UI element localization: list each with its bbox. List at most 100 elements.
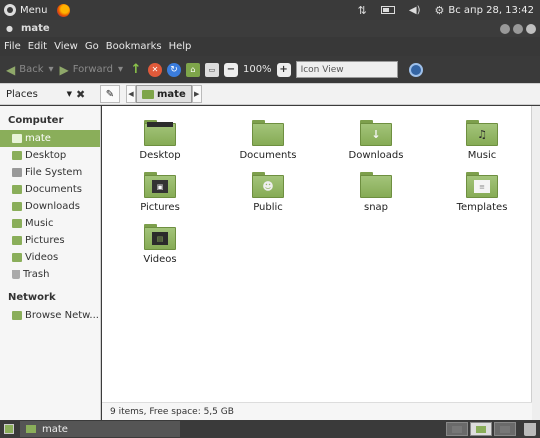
edit-location-button[interactable]: ✎ [100, 85, 120, 103]
trash-icon[interactable] [524, 422, 536, 436]
menu-file[interactable]: File [4, 41, 21, 52]
file-item-pictures[interactable]: ▣ Pictures [110, 172, 210, 213]
file-item-videos[interactable]: ▤ Videos [110, 224, 210, 265]
sidebar-item-pictures[interactable]: Pictures [0, 232, 100, 249]
sidebar-item-label: Desktop [25, 150, 67, 161]
file-item-label: Documents [239, 150, 297, 161]
crumb-scroll-right-icon[interactable]: ▶ [191, 85, 202, 103]
sidebar-item-desktop[interactable]: Desktop [0, 147, 100, 164]
sidebar-item-trash[interactable]: Trash [0, 266, 100, 283]
up-arrow-icon[interactable]: ↑ [129, 62, 143, 77]
side-pane-select[interactable]: Places ▼ [0, 89, 76, 100]
menu-edit[interactable]: Edit [28, 41, 47, 52]
public-folder-icon: ☻ [252, 172, 284, 198]
window-menu-icon[interactable]: ● [6, 24, 13, 33]
menu-help[interactable]: Help [169, 41, 192, 52]
sidebar-item-label: Trash [23, 269, 50, 280]
menubar: File Edit View Go Bookmarks Help [0, 37, 540, 56]
toolbar: ◀ Back ▾ ▶ Forward ▾ ↑ ✕ ↻ ⌂ ▭ − 100% + … [0, 56, 540, 83]
forward-button[interactable]: ▶ Forward [60, 63, 113, 77]
documents-folder-icon [252, 120, 284, 146]
pictures-folder-icon: ▣ [144, 172, 176, 198]
file-item-label: Videos [143, 254, 177, 265]
computer-icon[interactable]: ▭ [204, 62, 219, 77]
file-item-label: Desktop [139, 150, 181, 161]
battery-icon[interactable] [380, 6, 395, 14]
workspace-switcher [446, 422, 516, 436]
top-panel: Menu ⇅ ◀) ⚙ Вс апр 28, 13:42 [0, 0, 540, 20]
sidebar-item-videos[interactable]: Videos [0, 249, 100, 266]
places-sidebar: Computer mate Desktop File System Docume… [0, 106, 101, 420]
file-item-desktop[interactable]: Desktop [110, 120, 210, 161]
crumb-scroll-left-icon[interactable]: ◀ [126, 85, 136, 103]
file-item-public[interactable]: ☻ Public [218, 172, 318, 213]
maximize-button[interactable] [513, 23, 523, 34]
file-item-label: Pictures [140, 202, 180, 213]
file-item-snap[interactable]: snap [326, 172, 426, 213]
sidebar-item-browse-network[interactable]: Browse Netw... [0, 307, 100, 324]
videos-folder-icon [12, 253, 22, 262]
zoom-level[interactable]: 100% [243, 64, 272, 75]
reload-icon[interactable]: ↻ [166, 62, 181, 77]
sidebar-item-label: Music [25, 218, 54, 229]
stop-icon[interactable]: ✕ [147, 62, 162, 77]
sidebar-item-label: Documents [25, 184, 83, 195]
volume-icon[interactable]: ◀) [409, 5, 421, 16]
network-icon[interactable]: ⇅ [358, 4, 367, 17]
forward-history-dropdown[interactable]: ▾ [118, 64, 124, 75]
breadcrumb-current[interactable]: mate [136, 85, 192, 103]
main-menu-button[interactable]: Menu [0, 0, 47, 20]
back-button[interactable]: ◀ Back [6, 63, 44, 77]
workspace-2[interactable] [470, 422, 492, 436]
file-item-templates[interactable]: ≡ Templates [432, 172, 532, 213]
view-mode-select[interactable]: Icon View [295, 61, 398, 78]
home-icon[interactable]: ⌂ [185, 62, 200, 77]
minimize-button[interactable] [500, 23, 510, 34]
close-button[interactable] [526, 23, 536, 34]
sidebar-item-file-system[interactable]: File System [0, 164, 100, 181]
firefox-launcher-icon[interactable] [57, 3, 71, 17]
sidebar-header-computer: Computer [8, 115, 64, 126]
zoom-out-icon[interactable]: − [223, 62, 238, 77]
home-folder-icon [142, 89, 154, 99]
window-controls [500, 23, 540, 34]
file-item-label: Templates [456, 202, 508, 213]
home-folder-icon [12, 134, 22, 143]
pictures-folder-icon [12, 236, 22, 245]
zoom-in-icon[interactable]: + [276, 62, 291, 77]
chevron-down-icon: ▼ [66, 90, 72, 98]
sidebar-item-downloads[interactable]: Downloads [0, 198, 100, 215]
menu-go[interactable]: Go [85, 41, 99, 52]
breadcrumb-label: mate [157, 88, 186, 100]
back-history-dropdown[interactable]: ▾ [49, 64, 55, 75]
file-item-downloads[interactable]: ↓ Downloads [326, 120, 426, 161]
search-icon[interactable] [408, 62, 423, 77]
back-arrow-icon: ◀ [6, 62, 16, 77]
file-item-label: snap [363, 202, 389, 213]
music-folder-icon: ♫ [466, 120, 498, 146]
downloads-folder-icon: ↓ [360, 120, 392, 146]
templates-folder-icon: ≡ [466, 172, 498, 198]
taskbar-item-label: mate [42, 423, 68, 435]
file-item-label: Downloads [348, 150, 404, 161]
workspace-1[interactable] [446, 422, 468, 436]
clock-applet[interactable]: ⚙ Вс апр 28, 13:42 [434, 4, 534, 17]
menu-bookmarks[interactable]: Bookmarks [106, 41, 162, 52]
file-item-documents[interactable]: Documents [218, 120, 318, 161]
sidebar-item-documents[interactable]: Documents [0, 181, 100, 198]
workspace-3[interactable] [494, 422, 516, 436]
close-side-pane-icon[interactable]: ✖ [76, 88, 88, 101]
videos-folder-icon: ▤ [144, 224, 176, 250]
show-desktop-button[interactable] [4, 424, 14, 434]
taskbar-item-mate[interactable]: mate [20, 421, 180, 437]
desktop-folder-icon [144, 120, 176, 146]
folder-icon [360, 172, 392, 198]
file-item-music[interactable]: ♫ Music [432, 120, 532, 161]
file-view[interactable]: Desktop Documents ↓ Downloads ♫ Music ▣ … [102, 106, 532, 420]
sidebar-item-music[interactable]: Music [0, 215, 100, 232]
window-titlebar[interactable]: ● mate [0, 20, 540, 37]
sidebar-item-mate[interactable]: mate [0, 130, 100, 147]
view-mode-value: Icon View [300, 64, 344, 75]
menu-view[interactable]: View [54, 41, 78, 52]
sidebar-item-label: Downloads [25, 201, 80, 212]
